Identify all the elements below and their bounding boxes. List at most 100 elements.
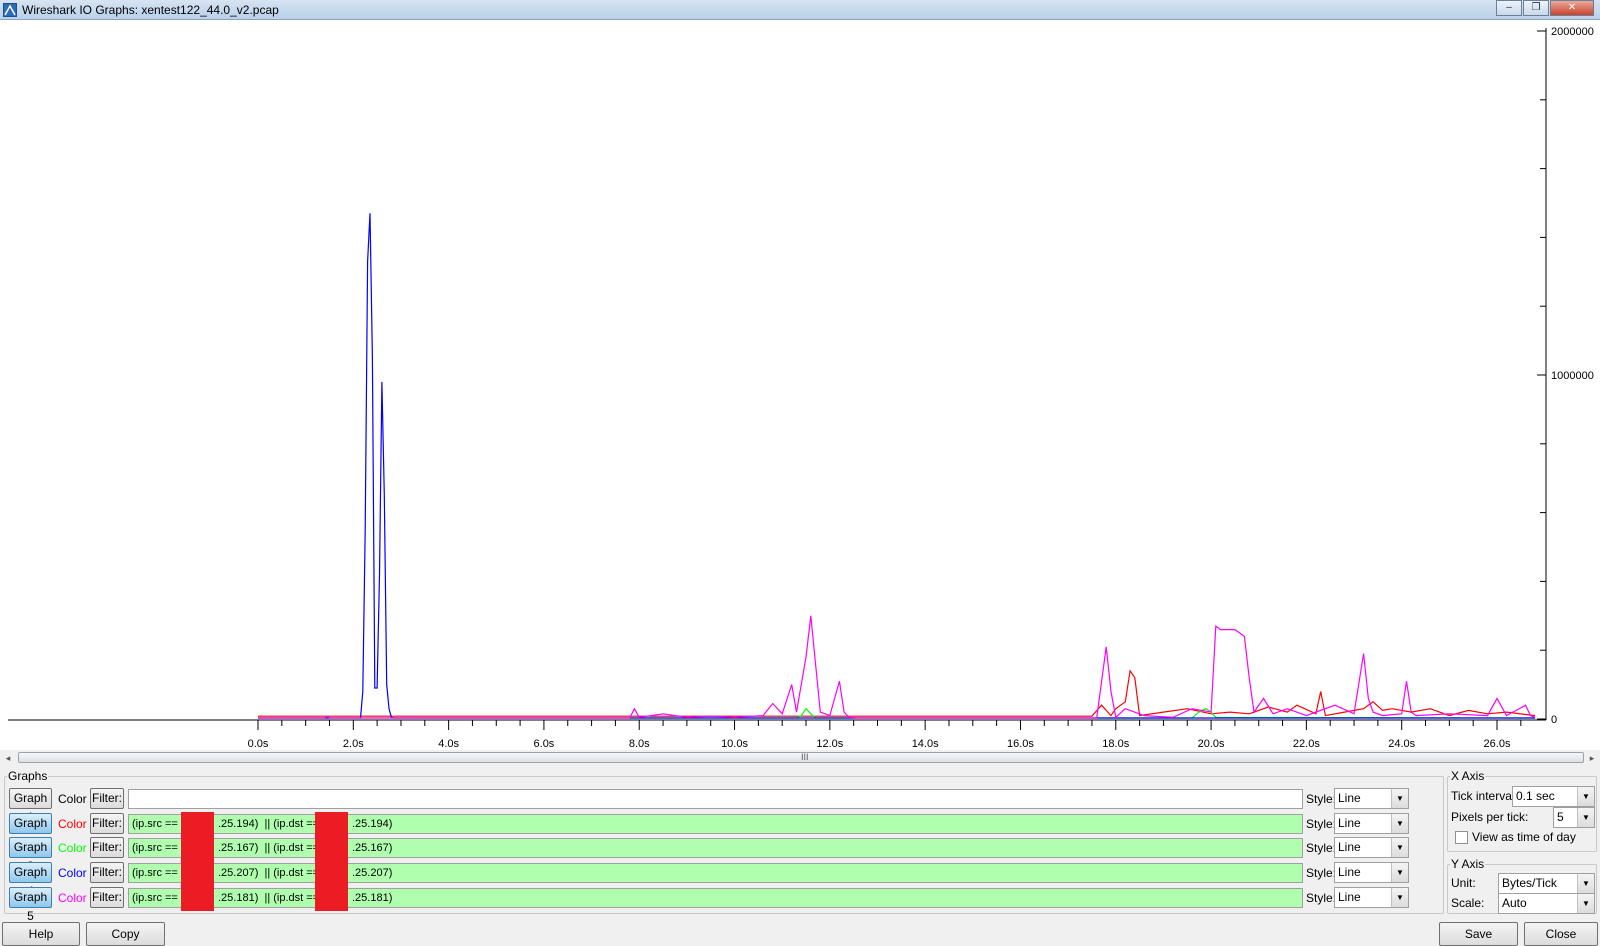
filter-text-part: .25.181) (352, 892, 393, 904)
x-tick-label: 10.0s (721, 738, 748, 750)
style-value: Line (1338, 816, 1361, 830)
x-tick-label: 22.0s (1293, 738, 1320, 750)
graph-row: Graph 2 ColorFilter: (ip.src == .25.194) ||… (9, 812, 1409, 849)
graph-toggle-button[interactable]: Graph 5 (9, 887, 52, 923)
redaction-block (315, 861, 348, 886)
scale-value: Auto (1502, 896, 1527, 910)
chevron-down-icon: ▼ (1577, 808, 1594, 827)
scroll-right-arrow-icon[interactable]: ▸ (1586, 752, 1598, 764)
filter-button[interactable]: Filter: (90, 788, 124, 809)
horizontal-scrollbar[interactable]: ◂ III ▸ (2, 750, 1598, 766)
filter-button[interactable]: Filter: (90, 862, 124, 883)
graph-toggle-button[interactable]: Graph 3 (9, 837, 52, 873)
redaction-block (181, 886, 214, 911)
filter-text-part: (ip.src == (132, 867, 178, 879)
scrollbar-grip: III (801, 752, 809, 762)
view-time-of-day-label: View as time of day (1472, 830, 1576, 844)
style-label: Style: (1306, 866, 1337, 880)
y-tick-label: 2000000 (1551, 26, 1594, 38)
series-line-graph-5 (258, 615, 1536, 719)
graph-row: Graph 3 ColorFilter: (ip.src == .25.167) ||… (9, 836, 1409, 873)
x-tick-label: 18.0s (1102, 738, 1129, 750)
save-button[interactable]: Save (1439, 922, 1518, 946)
graph-row: Graph 4 ColorFilter: (ip.src == .25.207) ||… (9, 861, 1409, 898)
redaction-block (315, 886, 348, 911)
graphs-group-label: Graphs (7, 769, 49, 783)
pixels-per-tick-select[interactable]: 5 ▼ (1553, 807, 1595, 828)
unit-select[interactable]: Bytes/Tick ▼ (1498, 873, 1595, 894)
x-tick-label: 6.0s (534, 738, 555, 750)
redaction-block (315, 836, 348, 861)
chevron-down-icon: ▼ (1391, 789, 1408, 808)
x-tick-label: 4.0s (438, 738, 459, 750)
chevron-down-icon: ▼ (1391, 863, 1408, 882)
io-graph-plot[interactable]: 0.0s 2.0s 4.0s 6.0s 8.0s 10.0s 12.0s 14.0s 16.0s… (0, 20, 1600, 750)
style-label: Style: (1306, 841, 1337, 855)
maximize-button[interactable]: ❐ (1523, 0, 1549, 16)
style-select[interactable]: Line ▼ (1334, 813, 1409, 834)
pixels-per-tick-value: 5 (1557, 810, 1564, 824)
io-graph-svg: 0.0s 2.0s 4.0s 6.0s 8.0s 10.0s 12.0s 14.0s 16.0s… (8, 26, 1594, 750)
style-value: Line (1338, 791, 1361, 805)
style-label: Style: (1306, 891, 1337, 905)
chevron-down-icon: ▼ (1391, 814, 1408, 833)
filter-text-part: .25.167) || (ip.dst == (218, 842, 320, 854)
redaction-block (181, 836, 214, 861)
filter-text-part: (ip.src == (132, 818, 178, 830)
help-button[interactable]: Help (2, 922, 80, 946)
x-axis-group-label: X Axis (1450, 769, 1486, 783)
copy-button[interactable]: Copy (86, 922, 165, 946)
x-tick-label: 0.0s (248, 738, 269, 750)
unit-label: Unit: (1451, 876, 1476, 890)
y-tick-label: 0 (1551, 714, 1557, 726)
filter-text-part: .25.207) || (ip.dst == (218, 867, 320, 879)
filter-button[interactable]: Filter: (90, 837, 124, 858)
style-value: Line (1338, 865, 1361, 879)
tick-interval-value: 0.1 sec (1516, 789, 1555, 803)
graph-color-label[interactable]: Color (58, 891, 87, 905)
x-tick-label: 8.0s (629, 738, 650, 750)
graph-color-label[interactable]: Color (58, 866, 87, 880)
graph-toggle-button[interactable]: Graph 1 (9, 788, 52, 824)
tick-interval-select[interactable]: 0.1 sec ▼ (1512, 786, 1595, 807)
graph-toggle-button[interactable]: Graph 2 (9, 813, 52, 849)
filter-button[interactable]: Filter: (90, 887, 124, 908)
close-button[interactable]: Close (1524, 922, 1598, 946)
filter-input[interactable]: (ip.src == .25.167) || (ip.dst == .25.167) (128, 836, 1303, 861)
filter-text-part: .25.194) (352, 818, 393, 830)
graph-color-label[interactable]: Color (58, 817, 87, 831)
graph-toggle-button[interactable]: Graph 4 (9, 862, 52, 898)
x-tick-label: 26.0s (1484, 738, 1511, 750)
style-select[interactable]: Line ▼ (1334, 837, 1409, 858)
filter-input[interactable]: (ip.src == .25.194) || (ip.dst == .25.194) (128, 812, 1303, 837)
chevron-down-icon: ▼ (1577, 787, 1594, 806)
scroll-left-arrow-icon[interactable]: ◂ (2, 752, 14, 764)
style-select[interactable]: Line ▼ (1334, 862, 1409, 883)
scale-label: Scale: (1451, 896, 1485, 910)
filter-text-part: (ip.src == (132, 892, 178, 904)
graph-color-label[interactable]: Color (58, 792, 87, 806)
graph-color-label[interactable]: Color (58, 841, 87, 855)
filter-text-part: .25.181) || (ip.dst == (218, 892, 320, 904)
redaction-block (181, 861, 214, 886)
view-time-of-day-checkbox[interactable] (1455, 831, 1468, 844)
close-window-button[interactable]: ✕ (1550, 0, 1594, 16)
redaction-block (315, 812, 348, 837)
filter-input[interactable]: (ip.src == .25.181) || (ip.dst == .25.181) (128, 886, 1303, 911)
filter-text-part: (ip.src == (132, 842, 178, 854)
x-tick-label: 12.0s (816, 738, 843, 750)
chevron-down-icon: ▼ (1391, 838, 1408, 857)
scale-select[interactable]: Auto ▼ (1498, 893, 1595, 914)
y-axis-group-label: Y Axis (1450, 857, 1486, 871)
filter-button[interactable]: Filter: (90, 813, 124, 834)
filter-input[interactable]: (ip.src == .25.207) || (ip.dst == .25.207) (128, 861, 1303, 886)
x-tick-label: 24.0s (1388, 738, 1415, 750)
minimize-button[interactable]: ‒ (1496, 0, 1522, 16)
filter-input[interactable] (128, 789, 1303, 809)
style-select[interactable]: Line ▼ (1334, 887, 1409, 908)
pixels-per-tick-label: Pixels per tick: (1451, 810, 1529, 824)
scrollbar-thumb[interactable]: III (18, 752, 1584, 763)
chevron-down-icon: ▼ (1391, 888, 1408, 907)
y-tick-label: 1000000 (1551, 370, 1594, 382)
style-select[interactable]: Line ▼ (1334, 788, 1409, 809)
